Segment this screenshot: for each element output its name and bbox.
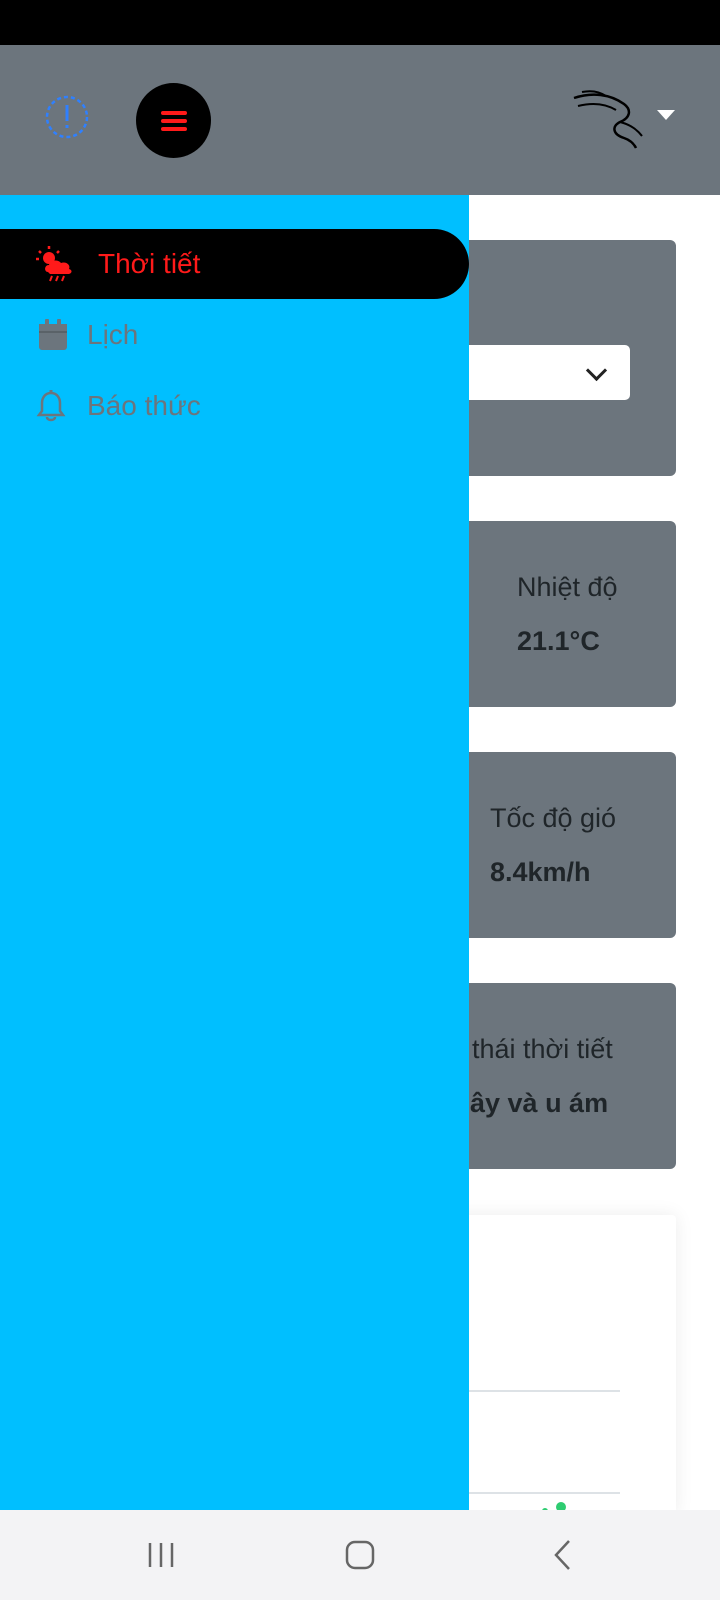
weather-status-card [440, 983, 676, 1169]
sidebar-item-calendar[interactable]: Lịch [0, 300, 469, 370]
info-icon[interactable] [45, 95, 89, 139]
home-icon[interactable] [330, 1532, 390, 1578]
dragon-logo[interactable] [572, 88, 644, 150]
recent-apps-icon[interactable] [131, 1532, 191, 1578]
back-icon[interactable] [533, 1532, 593, 1578]
status-bar [0, 0, 720, 45]
calendar-icon [33, 315, 73, 355]
menu-toggle-button[interactable] [136, 83, 211, 158]
chart-gridline [460, 1492, 620, 1494]
user-dropdown-caret-icon[interactable] [657, 110, 675, 120]
temperature-card [440, 521, 676, 707]
chevron-down-icon [585, 359, 608, 382]
temperature-value: 21.1°C [517, 626, 600, 656]
weather-status-label: thái thời tiết [472, 1034, 613, 1064]
temperature-label: Nhiệt độ [517, 572, 618, 602]
hamburger-icon [160, 107, 187, 135]
bell-icon [31, 386, 71, 426]
chart-gridline [460, 1390, 620, 1392]
sidebar-item-label: Thời tiết [98, 248, 201, 279]
sidebar-item-label: Lịch [87, 319, 139, 350]
wind-speed-card [440, 752, 676, 938]
system-navigation-bar [0, 1510, 720, 1600]
sidebar-item-weather[interactable]: Thời tiết [0, 229, 469, 299]
sidebar-item-alarm[interactable]: Báo thức [0, 371, 469, 441]
weather-icon [36, 244, 76, 284]
wind-speed-value: 8.4km/h [490, 857, 591, 887]
wind-speed-label: Tốc độ gió [490, 803, 617, 833]
chart-card [440, 1215, 676, 1515]
weather-status-value: ây và u ám [470, 1088, 609, 1118]
sidebar-item-label: Báo thức [87, 390, 201, 421]
side-drawer: Thời tiết Lịch Báo thức [0, 195, 469, 1510]
